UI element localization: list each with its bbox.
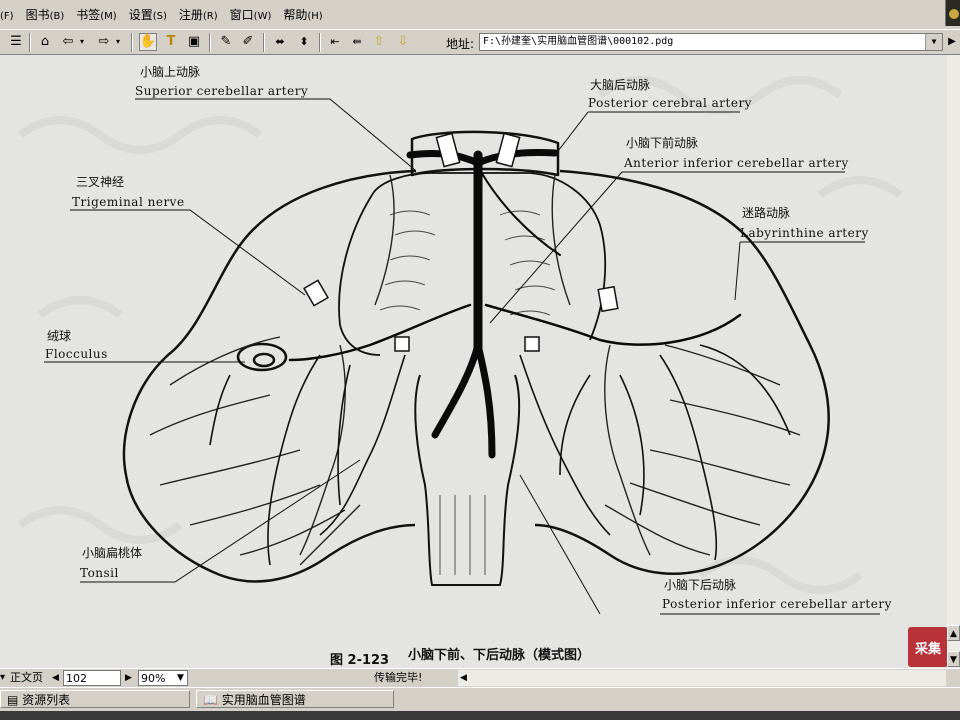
select-region-icon[interactable]: ▣	[185, 33, 203, 51]
scroll-left-arrow-icon[interactable]: ◀	[460, 670, 467, 686]
document-viewport[interactable]: 小脑上动脉 Superior cerebellar artery 大脑后动脉 P…	[0, 55, 947, 668]
menu-item-accel: (W)	[253, 10, 272, 22]
toolbar-separator	[319, 33, 321, 52]
transfer-status: 传输完毕!	[374, 671, 423, 684]
toolbar-separator	[263, 33, 265, 52]
menu-item-label: 注册	[178, 7, 203, 22]
label-en-superior-cerebellar: Superior cerebellar artery	[135, 84, 308, 98]
label-en-posterior-cerebral: Posterior cerebral artery	[588, 96, 752, 110]
trigeminal-nerve-stubs	[303, 132, 619, 352]
address-label: 地址:	[446, 37, 475, 51]
next-page-arrow-icon[interactable]: ▶	[125, 670, 132, 686]
menu-item-accel: (H)	[307, 10, 323, 22]
book-window-label: 实用脑血管图谱	[221, 693, 306, 707]
prev-chapter-icon[interactable]: ⇚	[348, 33, 366, 51]
menu-item-label: 帮助	[283, 7, 308, 22]
menu-item-accel: (M)	[100, 10, 117, 22]
label-en-flocculus: Flocculus	[45, 347, 108, 361]
label-en-tonsil: Tonsil	[80, 566, 119, 580]
fit-width-icon[interactable]: ⬌	[271, 33, 289, 51]
menu-item-label: 图书	[25, 7, 50, 22]
taskbar: ▤ 资源列表 📖 实用脑血管图谱	[0, 687, 960, 720]
prev-page-arrow-icon[interactable]: ◀	[52, 670, 59, 686]
label-cn-aica: 小脑下前动脉	[626, 135, 698, 150]
zoom-dropdown-icon[interactable]: ▼	[177, 670, 184, 686]
menu-item-6[interactable]: 帮助(H)	[277, 5, 328, 25]
scroll-up-arrow-icon[interactable]: ▲	[947, 625, 960, 641]
label-cn-pica: 小脑下后动脉	[664, 577, 736, 592]
toolbar: ☰ ⌂ ⇦ ▾ ⇨ ▾ ✋ T ▣ ✎ ✐ ⬌ ⬍ ⇤ ⇚ ⇧ ⇩ 地址: F:…	[0, 29, 960, 55]
down-arrow-icon[interactable]: ⇩	[394, 33, 412, 51]
menu-item-label: 窗口	[229, 7, 254, 22]
forward-arrow-icon[interactable]: ⇨	[95, 33, 113, 51]
label-cn-superior-cerebellar: 小脑上动脉	[140, 64, 200, 79]
menu-item-accel: (F)	[0, 10, 14, 22]
watermark-stamp: 采集	[908, 627, 948, 667]
label-cn-tonsil: 小脑扁桃体	[82, 545, 142, 560]
menu-item-4[interactable]: 注册(R)	[173, 5, 224, 25]
label-en-pica: Posterior inferior cerebellar artery	[662, 597, 892, 611]
toolbar-separator	[209, 33, 211, 52]
menu-item-label: 书签	[76, 7, 101, 22]
label-cn-posterior-cerebral: 大脑后动脉	[590, 77, 650, 92]
hand-tool-icon[interactable]: ✋	[139, 33, 157, 51]
forward-dropdown-icon[interactable]: ▾	[113, 33, 123, 51]
horizontal-scrollbar[interactable]: ◀	[458, 670, 946, 686]
menu-item-accel: (R)	[202, 10, 218, 22]
resource-list-button[interactable]: ▤ 资源列表	[0, 690, 190, 708]
toolbar-separator	[29, 33, 31, 52]
annotate-icon[interactable]: ✎	[217, 33, 235, 51]
highlight-icon[interactable]: ✐	[239, 33, 257, 51]
status-bar: ▾ 正文页 ◀ 102 ▶ 90% ▼ 传输完毕! ◀	[0, 668, 960, 687]
page-mode-label[interactable]: 正文页	[10, 670, 43, 686]
page-mode-dropdown-icon[interactable]: ▾	[0, 670, 5, 686]
label-cn-labyrinthine: 迷路动脉	[742, 205, 790, 220]
fit-height-icon[interactable]: ⬍	[295, 33, 313, 51]
back-dropdown-icon[interactable]: ▾	[77, 33, 87, 51]
taskbar-strip	[0, 711, 960, 720]
toolbar-separator	[131, 33, 133, 52]
resource-list-icon: ▤	[7, 693, 19, 707]
menu-item-label: 设置	[128, 7, 153, 22]
app-logo	[945, 0, 960, 26]
first-page-icon[interactable]: ⇤	[326, 33, 344, 51]
menu-item-accel: (S)	[152, 10, 167, 22]
vertical-scrollbar[interactable]: ▲ ▼	[947, 55, 960, 668]
menu-item-5[interactable]: 窗口(W)	[224, 5, 278, 25]
book-icon: 📖	[203, 693, 218, 707]
label-cn-flocculus: 绒球	[47, 329, 71, 343]
menu-item-2[interactable]: 书签(M)	[70, 5, 122, 25]
cerebellum-illustration: 小脑上动脉 Superior cerebellar artery 大脑后动脉 P…	[17, 64, 903, 668]
address-field[interactable]: F:\孙建奎\实用脑血管图谱\000102.pdg ▼	[479, 33, 943, 51]
label-en-labyrinthine: Labyrinthine artery	[740, 226, 869, 240]
up-arrow-icon[interactable]: ⇧	[370, 33, 388, 51]
menu-item-1[interactable]: 图书(B)	[20, 5, 71, 25]
zoom-value: 90%	[141, 672, 166, 685]
label-en-trigeminal: Trigeminal nerve	[72, 195, 185, 209]
address-value: F:\孙建奎\实用脑血管图谱\000102.pdg	[483, 36, 674, 47]
basilar-artery	[288, 149, 742, 459]
figure-caption-text: 小脑下前、下后动脉（模式图）	[408, 647, 590, 663]
scroll-down-arrow-icon[interactable]: ▼	[947, 651, 960, 667]
home-icon[interactable]: ⌂	[36, 33, 54, 51]
label-cn-trigeminal: 三叉神经	[76, 175, 124, 189]
menu-item-0[interactable]: 文件(F)	[0, 5, 20, 25]
page-number-input[interactable]: 102	[63, 670, 121, 686]
menu-bar: 文件(F)图书(B)书签(M)设置(S)注册(R)窗口(W)帮助(H)	[0, 0, 960, 29]
resource-list-label: 资源列表	[22, 693, 71, 707]
label-en-aica: Anterior inferior cerebellar artery	[623, 156, 849, 170]
menu-item-accel: (B)	[49, 10, 65, 22]
menu-item-3[interactable]: 设置(S)	[123, 5, 173, 25]
book-window-button[interactable]: 📖 实用脑血管图谱	[196, 690, 394, 708]
back-arrow-icon[interactable]: ⇦	[59, 33, 77, 51]
go-arrow-icon[interactable]: ▶	[946, 33, 958, 51]
list-icon[interactable]: ☰	[7, 33, 25, 51]
pons-fibers	[379, 210, 556, 575]
text-tool-icon[interactable]: T	[162, 33, 180, 51]
label-leader-lines	[44, 98, 880, 615]
address-dropdown-icon[interactable]: ▼	[925, 34, 942, 50]
figure-caption-number: 图 2-123	[330, 653, 389, 668]
branch-arteries	[209, 344, 791, 566]
